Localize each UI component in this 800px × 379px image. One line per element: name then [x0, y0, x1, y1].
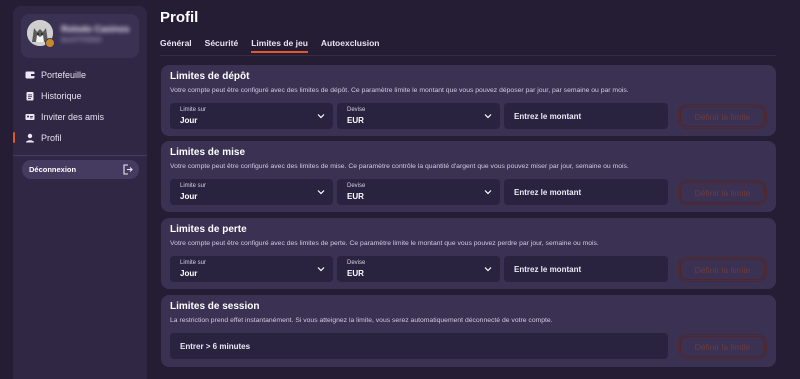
- currency-label: Devise: [347, 107, 366, 113]
- period-label: Limite sur: [180, 183, 207, 189]
- period-select[interactable]: Limite sur Jour: [170, 256, 333, 282]
- set-limit-button[interactable]: Définir la limite: [678, 334, 767, 359]
- minutes-placeholder: Entrer > 6 minutes: [180, 342, 251, 351]
- bet-limit-card: Limites de mise Votre compte peut être c…: [161, 141, 776, 212]
- period-value: Jour: [180, 269, 198, 278]
- user-icon: [26, 133, 34, 142]
- set-limit-button[interactable]: Définir la limite: [678, 257, 767, 282]
- sidebar-item-historique[interactable]: Historique: [13, 85, 147, 106]
- chevron-down-icon: [484, 190, 492, 195]
- sidebar-nav: Portefeuille Historique Inviter des amis: [13, 64, 147, 148]
- tab-securite[interactable]: Sécurité: [205, 38, 239, 56]
- amount-placeholder: Entrez le montant: [514, 265, 582, 274]
- period-value: Jour: [180, 116, 198, 125]
- sidebar: Rolodo Casinos 8ex5TFEB92 Portefeuille H…: [13, 6, 147, 379]
- card-title: Limites de perte: [170, 224, 247, 235]
- period-select[interactable]: Limite sur Jour: [170, 103, 333, 129]
- clipboard-icon: [26, 91, 34, 100]
- card-title: Limites de mise: [170, 147, 246, 158]
- tab-limites-de-jeu[interactable]: Limites de jeu: [251, 38, 308, 56]
- currency-select[interactable]: Devise EUR: [337, 256, 500, 282]
- card-description: Votre compte peut être configuré avec de…: [170, 87, 629, 94]
- tabs: Général Sécurité Limites de jeu Autoexcl…: [160, 38, 392, 56]
- currency-select[interactable]: Devise EUR: [337, 179, 500, 205]
- sidebar-item-inviter-des-amis[interactable]: Inviter des amis: [13, 106, 147, 127]
- user-name: Rolodo Casinos: [61, 24, 130, 34]
- chevron-down-icon: [484, 114, 492, 119]
- logout-label: Déconnexion: [29, 165, 77, 174]
- sidebar-item-profil[interactable]: Profil: [13, 127, 147, 148]
- user-card[interactable]: Rolodo Casinos 8ex5TFEB92: [21, 14, 139, 58]
- period-label: Limite sur: [180, 260, 207, 266]
- logout-button[interactable]: Déconnexion: [22, 160, 139, 179]
- logout-icon: [123, 164, 133, 175]
- tab-autoexclusion[interactable]: Autoexclusion: [321, 38, 380, 56]
- card-description: Votre compte peut être configuré avec de…: [170, 240, 599, 247]
- card-description: Votre compte peut être configuré avec de…: [170, 163, 629, 170]
- currency-select[interactable]: Devise EUR: [337, 103, 500, 129]
- sidebar-item-label: Historique: [41, 90, 82, 101]
- set-limit-button[interactable]: Définir la limite: [678, 104, 767, 129]
- sidebar-item-label: Inviter des amis: [41, 111, 105, 122]
- wallet-icon: [25, 71, 35, 78]
- session-limit-card: Limites de session La restriction prend …: [161, 295, 776, 367]
- set-limit-button[interactable]: Définir la limite: [678, 180, 767, 205]
- amount-input[interactable]: Entrez le montant: [504, 179, 668, 205]
- sidebar-divider: [13, 155, 147, 156]
- card-description: La restriction prend effet instantanémen…: [170, 317, 553, 324]
- avatar-badge: [45, 38, 55, 48]
- card-title: Limites de dépôt: [170, 71, 250, 82]
- period-select[interactable]: Limite sur Jour: [170, 179, 333, 205]
- chevron-down-icon: [484, 267, 492, 272]
- loss-limit-card: Limites de perte Votre compte peut être …: [161, 218, 776, 289]
- currency-label: Devise: [347, 183, 366, 189]
- sidebar-item-label: Portefeuille: [41, 69, 87, 80]
- amount-placeholder: Entrez le montant: [514, 112, 582, 121]
- currency-value: EUR: [347, 192, 364, 201]
- tab-general[interactable]: Général: [160, 38, 192, 56]
- currency-value: EUR: [347, 269, 364, 278]
- amount-placeholder: Entrez le montant: [514, 188, 582, 197]
- currency-label: Devise: [347, 260, 366, 266]
- invite-card-icon: [25, 113, 35, 120]
- amount-input[interactable]: Entrez le montant: [504, 103, 668, 129]
- tabs-divider: [160, 55, 776, 56]
- card-title: Limites de session: [170, 301, 260, 312]
- minutes-input[interactable]: Entrer > 6 minutes: [170, 333, 668, 359]
- amount-input[interactable]: Entrez le montant: [504, 256, 668, 282]
- chevron-down-icon: [317, 114, 325, 119]
- chevron-down-icon: [317, 267, 325, 272]
- chevron-down-icon: [317, 190, 325, 195]
- sidebar-item-label: Profil: [41, 132, 62, 143]
- page-title: Profil: [160, 9, 199, 26]
- currency-value: EUR: [347, 116, 364, 125]
- user-id: 8ex5TFEB92: [61, 37, 102, 44]
- period-label: Limite sur: [180, 107, 207, 113]
- deposit-limit-card: Limites de dépôt Votre compte peut être …: [161, 65, 776, 136]
- sidebar-item-portefeuille[interactable]: Portefeuille: [13, 64, 147, 85]
- period-value: Jour: [180, 192, 198, 201]
